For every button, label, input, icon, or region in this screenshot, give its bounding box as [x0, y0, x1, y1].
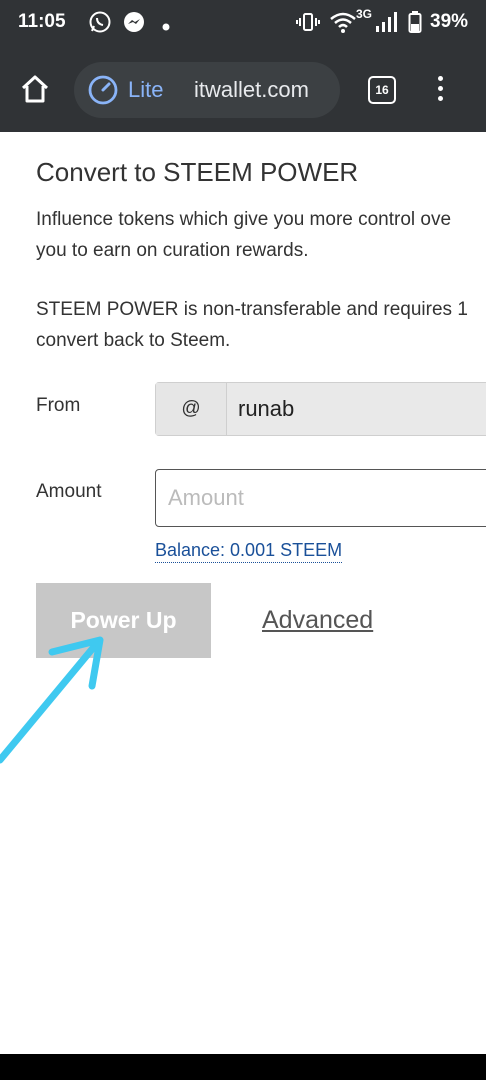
- battery-percent: 39%: [430, 11, 469, 32]
- wifi-icon: [330, 10, 356, 39]
- from-field: @ runab: [155, 382, 486, 436]
- from-label: From: [36, 395, 81, 416]
- amount-label: Amount: [36, 481, 102, 502]
- whatsapp-icon: [88, 10, 112, 39]
- more-menu-icon[interactable]: [438, 76, 443, 106]
- address-bar[interactable]: Lite itwallet.com: [74, 62, 340, 118]
- url-text[interactable]: itwallet.com: [194, 77, 309, 103]
- status-time: 11:05: [18, 11, 66, 32]
- home-icon[interactable]: [20, 74, 50, 109]
- lite-mode-label[interactable]: Lite: [128, 77, 163, 103]
- tab-switcher-button[interactable]: 16: [368, 76, 396, 104]
- description-text: Influence tokens which give you more con…: [36, 209, 452, 261]
- from-username: runab: [238, 396, 295, 421]
- amount-input[interactable]: [155, 469, 486, 527]
- system-nav-bar: [0, 1054, 486, 1080]
- balance-link[interactable]: Balance: 0.001 STEEM: [155, 540, 343, 563]
- browser-toolbar: Lite itwallet.com 16: [0, 46, 486, 132]
- note-text: STEEM POWER is non-transferable and requ…: [36, 299, 468, 351]
- annotation-arrow-icon: [0, 636, 104, 764]
- page-content: Convert to STEEM POWER Influence tokens …: [0, 132, 486, 1054]
- messenger-icon: [122, 10, 146, 39]
- lite-mode-icon[interactable]: [88, 75, 118, 110]
- advanced-link[interactable]: Advanced: [262, 606, 373, 635]
- battery-icon: [408, 10, 422, 39]
- vibrate-icon: [296, 10, 320, 39]
- dot-icon: [162, 18, 170, 36]
- at-prefix: @: [156, 383, 227, 435]
- network-type: 3G: [356, 7, 373, 21]
- page-title: Convert to STEEM POWER: [36, 157, 359, 187]
- status-bar: 11:05 3G 39%: [0, 0, 486, 46]
- signal-icon: [374, 10, 398, 39]
